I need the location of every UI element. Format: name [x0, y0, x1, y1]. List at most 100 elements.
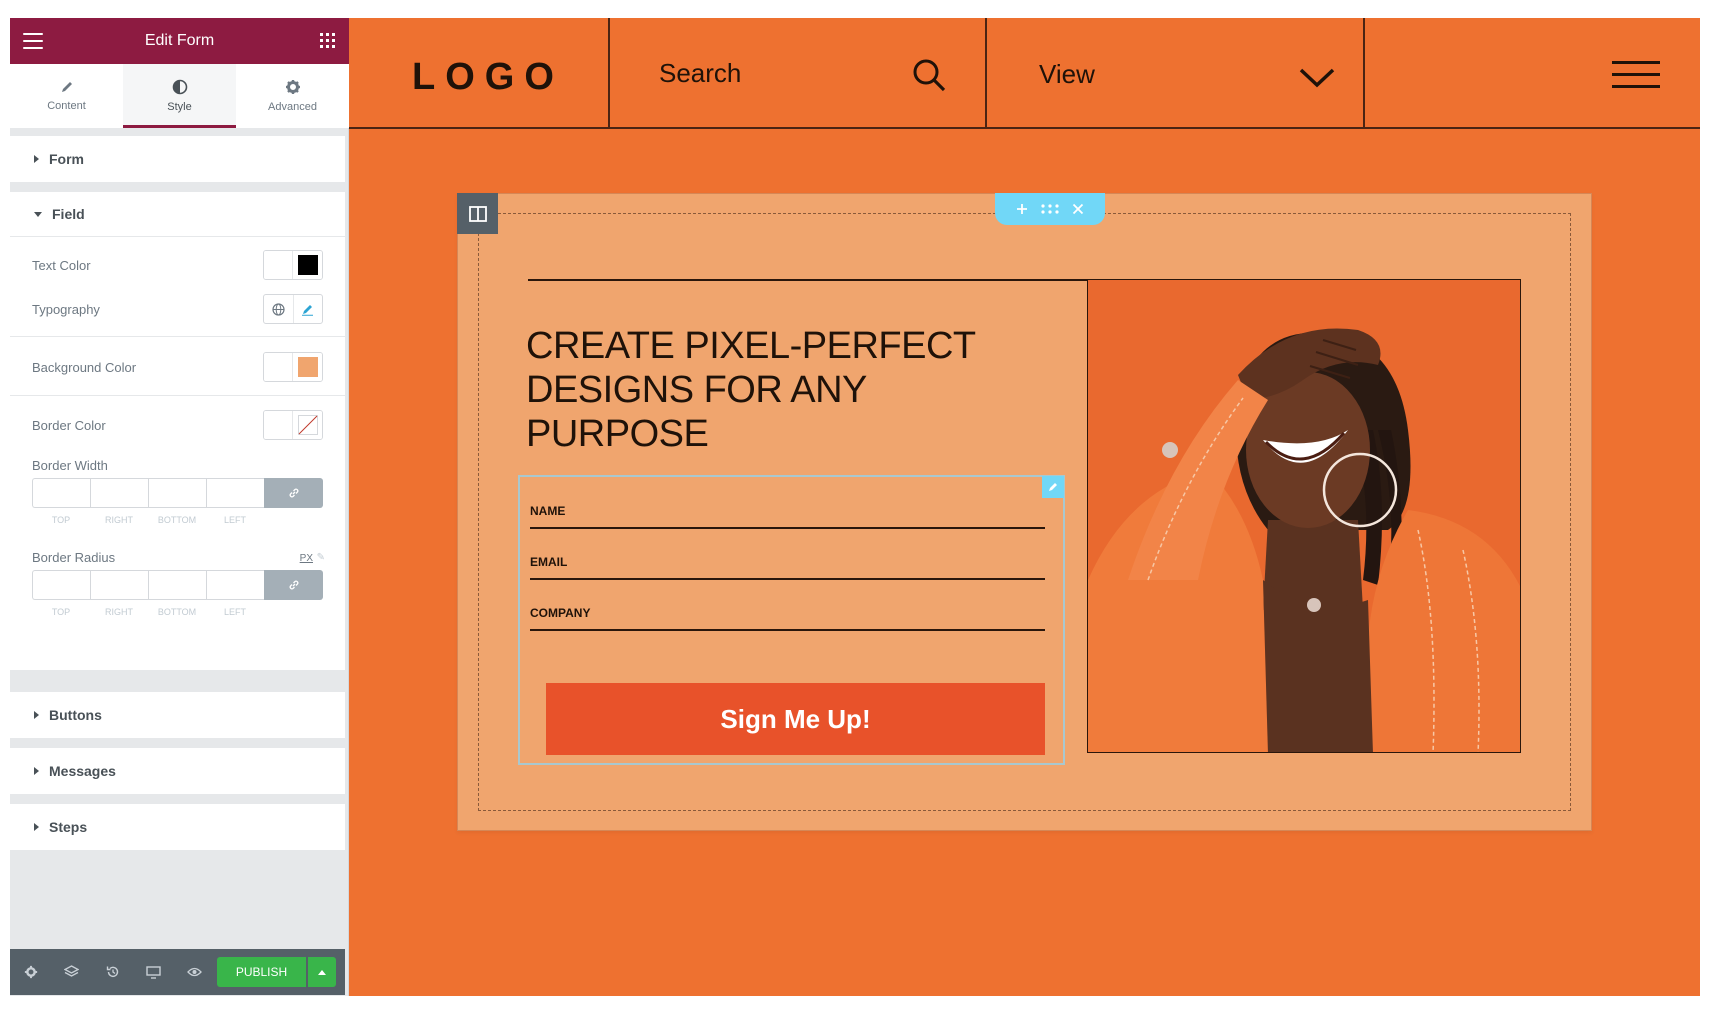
link-icon [289, 488, 298, 498]
headline-divider [528, 279, 1088, 281]
dim-label-right: RIGHT [105, 515, 133, 525]
text-color-label: Text Color [32, 257, 91, 273]
tab-style[interactable]: Style [123, 64, 236, 128]
border-width-left-input[interactable] [206, 478, 264, 508]
column-handle-icon[interactable] [457, 193, 498, 234]
drag-handle-icon[interactable] [1041, 204, 1059, 214]
section-form-toggle[interactable]: Form [10, 136, 345, 181]
border-radius-inputs [32, 570, 323, 600]
site-logo[interactable]: LOGO [412, 56, 564, 99]
caret-right-icon [34, 822, 39, 831]
tab-style-label: Style [167, 101, 192, 113]
border-radius-bottom-input[interactable] [148, 570, 206, 600]
border-width-dimension-labels: TOP RIGHT BOTTOM LEFT [32, 515, 264, 525]
site-menu-icon[interactable] [1612, 61, 1660, 91]
section-buttons-toggle[interactable]: Buttons [10, 692, 345, 737]
border-radius-label: Border Radius [32, 550, 116, 565]
section-steps: Steps [10, 804, 345, 850]
edit-typography-icon[interactable] [292, 295, 323, 323]
section-field-toggle[interactable]: Field [10, 192, 345, 237]
typography-control: Typography [32, 294, 323, 324]
search-icon[interactable] [911, 57, 947, 93]
dim-label-bottom: BOTTOM [157, 607, 197, 617]
border-width-bottom-input[interactable] [148, 478, 206, 508]
email-field[interactable]: EMAIL [530, 544, 1045, 580]
dim-label-left: LEFT [223, 515, 246, 525]
company-field[interactable]: COMPANY [530, 595, 1045, 631]
tab-content[interactable]: Content [10, 64, 123, 128]
tab-advanced[interactable]: Advanced [236, 64, 349, 128]
border-radius-top-input[interactable] [32, 570, 90, 600]
panel-tabs: Content Style Advanced [10, 64, 349, 128]
settings-icon[interactable] [10, 949, 51, 995]
tab-content-label: Content [47, 100, 86, 112]
border-color-control: Border Color [32, 410, 323, 440]
section-toolbar [995, 193, 1105, 225]
responsive-desktop-icon[interactable] [133, 949, 174, 995]
border-width-control: Border Width [32, 458, 323, 473]
border-width-label: Border Width [32, 458, 108, 473]
name-field[interactable]: NAME [530, 493, 1045, 529]
link-values-button[interactable] [264, 478, 323, 508]
editor-panel: Edit Form Content Style Advanced Form Fi… [10, 18, 349, 996]
site-search-label[interactable]: Search [659, 58, 741, 89]
site-view-dropdown[interactable]: View [1039, 59, 1095, 90]
page-section[interactable]: CREATE PIXEL-PERFECT DESIGNS FOR ANY PUR… [457, 193, 1592, 831]
half-circle-icon [172, 79, 187, 95]
section-form-label: Form [49, 150, 84, 167]
background-color-control: Background Color [32, 352, 323, 382]
form-widget[interactable]: NAME EMAIL COMPANY Sign Me Up! [518, 475, 1065, 765]
caret-down-icon [34, 211, 42, 217]
border-radius-right-input[interactable] [90, 570, 148, 600]
link-values-button[interactable] [264, 570, 323, 600]
globe-icon[interactable] [264, 295, 293, 323]
unit-selector[interactable]: PX [300, 553, 313, 564]
border-width-top-input[interactable] [32, 478, 90, 508]
text-color-picker[interactable] [263, 250, 323, 280]
layers-icon[interactable] [51, 949, 92, 995]
section-messages-toggle[interactable]: Messages [10, 748, 345, 793]
background-color-swatch [297, 357, 318, 377]
typography-buttons [263, 294, 323, 324]
dim-label-top: TOP [51, 515, 71, 525]
dim-label-right: RIGHT [105, 607, 133, 617]
delete-section-icon[interactable] [1072, 203, 1084, 215]
add-section-icon[interactable] [1016, 203, 1028, 215]
edit-widget-icon[interactable] [1042, 476, 1064, 498]
section-messages: Messages [10, 748, 345, 794]
border-width-inputs [32, 478, 323, 508]
dim-label-top: TOP [51, 607, 71, 617]
publish-options-button[interactable] [308, 957, 336, 987]
menu-icon[interactable] [23, 33, 43, 49]
panel-title: Edit Form [144, 32, 215, 49]
section-field-label: Field [52, 206, 85, 222]
tab-advanced-label: Advanced [268, 101, 317, 113]
submit-button[interactable]: Sign Me Up! [546, 683, 1045, 755]
history-icon[interactable] [92, 949, 133, 995]
border-width-right-input[interactable] [90, 478, 148, 508]
preview-canvas: LOGO Search View CREATE PIXEL-PERFECT DE… [349, 18, 1700, 996]
publish-button[interactable]: PUBLISH [217, 957, 306, 987]
widgets-grid-icon[interactable] [320, 33, 335, 48]
link-icon [289, 580, 298, 590]
site-header: LOGO Search View [349, 18, 1700, 129]
background-color-picker[interactable] [263, 352, 323, 382]
section-messages-label: Messages [49, 762, 116, 779]
caret-right-icon [34, 766, 39, 775]
pencil-icon [61, 82, 72, 92]
border-radius-control: Border Radius [32, 550, 323, 565]
text-color-control: Text Color [32, 250, 323, 280]
border-radius-left-input[interactable] [206, 570, 264, 600]
woman-laughing-image [1088, 280, 1520, 752]
section-steps-toggle[interactable]: Steps [10, 804, 345, 849]
unit-edit-icon[interactable]: ✎ [317, 552, 325, 563]
panel-header: Edit Form [10, 18, 349, 64]
border-radius-dimension-labels: TOP RIGHT BOTTOM LEFT [32, 607, 264, 617]
background-color-label: Background Color [32, 359, 137, 375]
chevron-down-icon[interactable] [1299, 67, 1335, 89]
caret-up-icon [318, 969, 326, 975]
preview-eye-icon[interactable] [174, 949, 215, 995]
gear-icon [285, 80, 300, 94]
border-color-picker[interactable] [263, 410, 323, 440]
section-field: Field Text Color Typography Background C… [10, 192, 345, 670]
